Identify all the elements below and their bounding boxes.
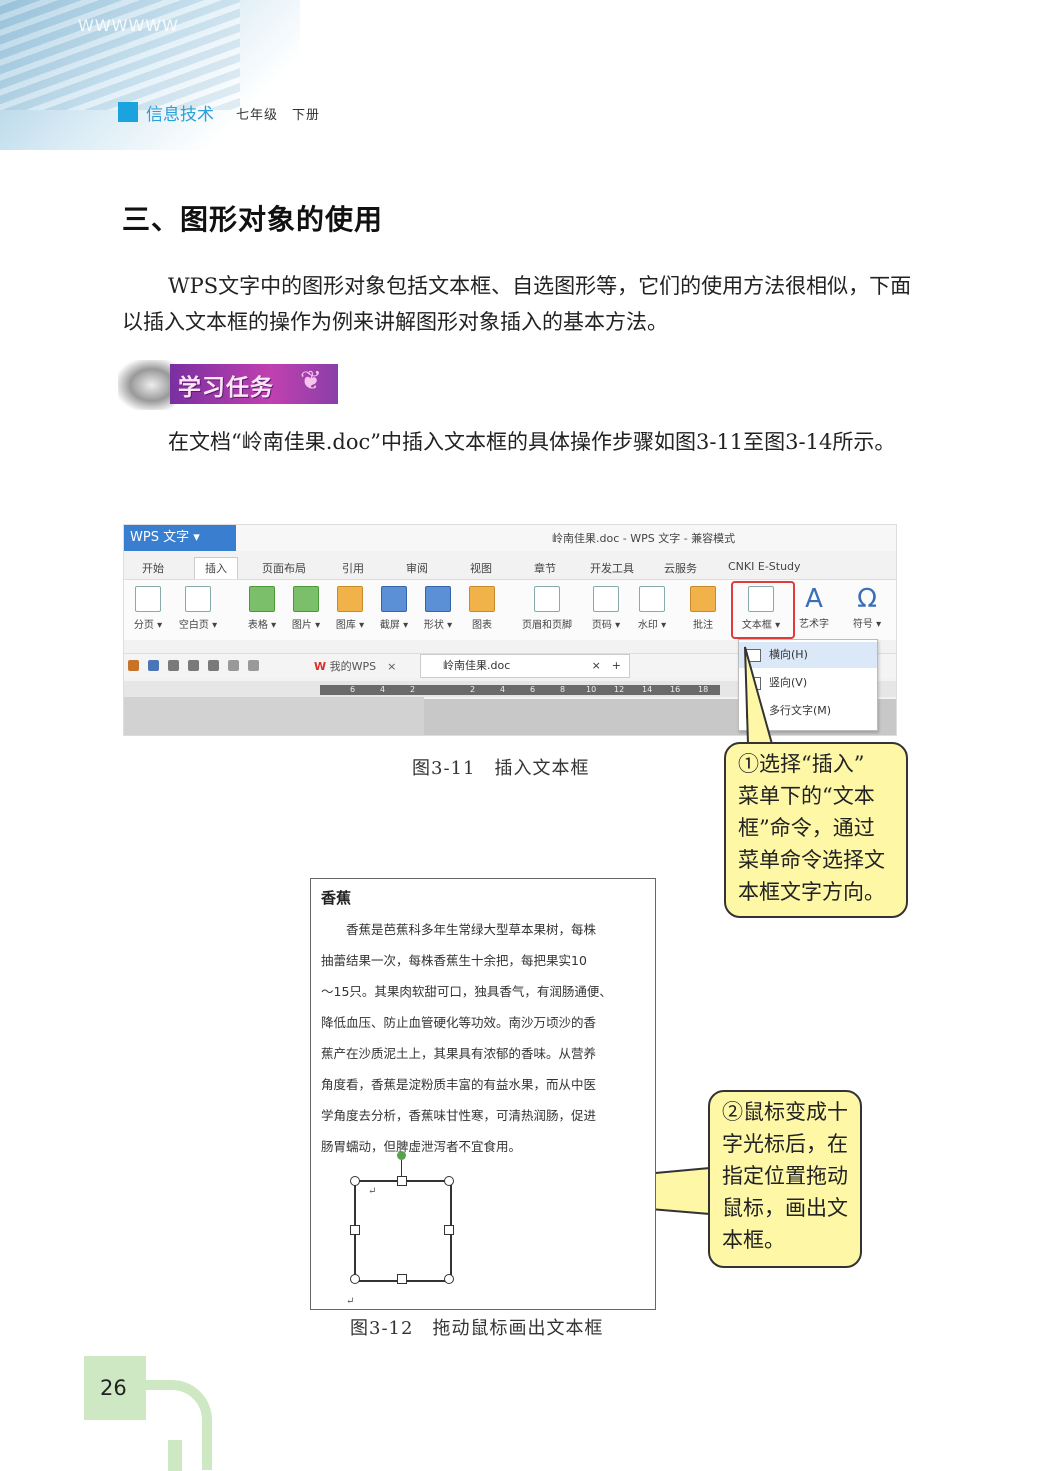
- resize-handle[interactable]: [444, 1176, 454, 1186]
- resize-handle[interactable]: [444, 1274, 454, 1284]
- figure-3-12-caption: 图3-12 拖动鼠标画出文本框: [350, 1318, 604, 1339]
- doc-title: 香蕉: [321, 889, 352, 907]
- doc-line: 香蕉是芭蕉科多年生常绿大型草本果树，每株: [321, 922, 597, 937]
- resize-handle[interactable]: [350, 1225, 360, 1235]
- resize-handle[interactable]: [397, 1176, 407, 1186]
- doc-line: 蕉产在沙质泥土上，其果具有浓郁的香味。从营养: [321, 1046, 597, 1061]
- callout1-pointer: [744, 646, 774, 745]
- callout-step1: ①选择“插入” 菜单下的“文本 框”命令，通过 菜单命令选择文 本框文字方向。: [724, 742, 908, 918]
- rotation-handle[interactable]: [397, 1151, 406, 1160]
- callout-step2: ②鼠标变成十 字光标后，在 指定位置拖动 鼠标，画出文 本框。: [708, 1090, 862, 1268]
- doc-line: 角度看，香蕉是淀粉质丰富的有益水果，而从中医: [321, 1077, 597, 1092]
- resize-handle[interactable]: [350, 1274, 360, 1284]
- page-number: 26: [100, 1376, 127, 1400]
- doc-line: 学角度去分析，香蕉味甘性寒，可清热润肠，促进: [321, 1108, 597, 1123]
- textbox-paragraph-mark: ↵: [368, 1186, 377, 1197]
- doc-line: 降低血压、防止血管硬化等功效。南沙万顷沙的香: [321, 1015, 597, 1030]
- doc-line: 肠胃蠕动，但脾虚泄泻者不宜食用。: [321, 1139, 522, 1154]
- resize-handle[interactable]: [350, 1176, 360, 1186]
- page-hook-stem: [168, 1440, 182, 1471]
- resize-handle[interactable]: [444, 1225, 454, 1235]
- doc-line: 抽蕾结果一次，每株香蕉生十余把，每把果实10: [321, 953, 587, 968]
- resize-handle[interactable]: [397, 1274, 407, 1284]
- doc-line: ～15只。其果肉软甜可口，独具香气，有润肠通便、: [321, 984, 612, 999]
- doc-paragraph-mark: ↵: [346, 1296, 355, 1307]
